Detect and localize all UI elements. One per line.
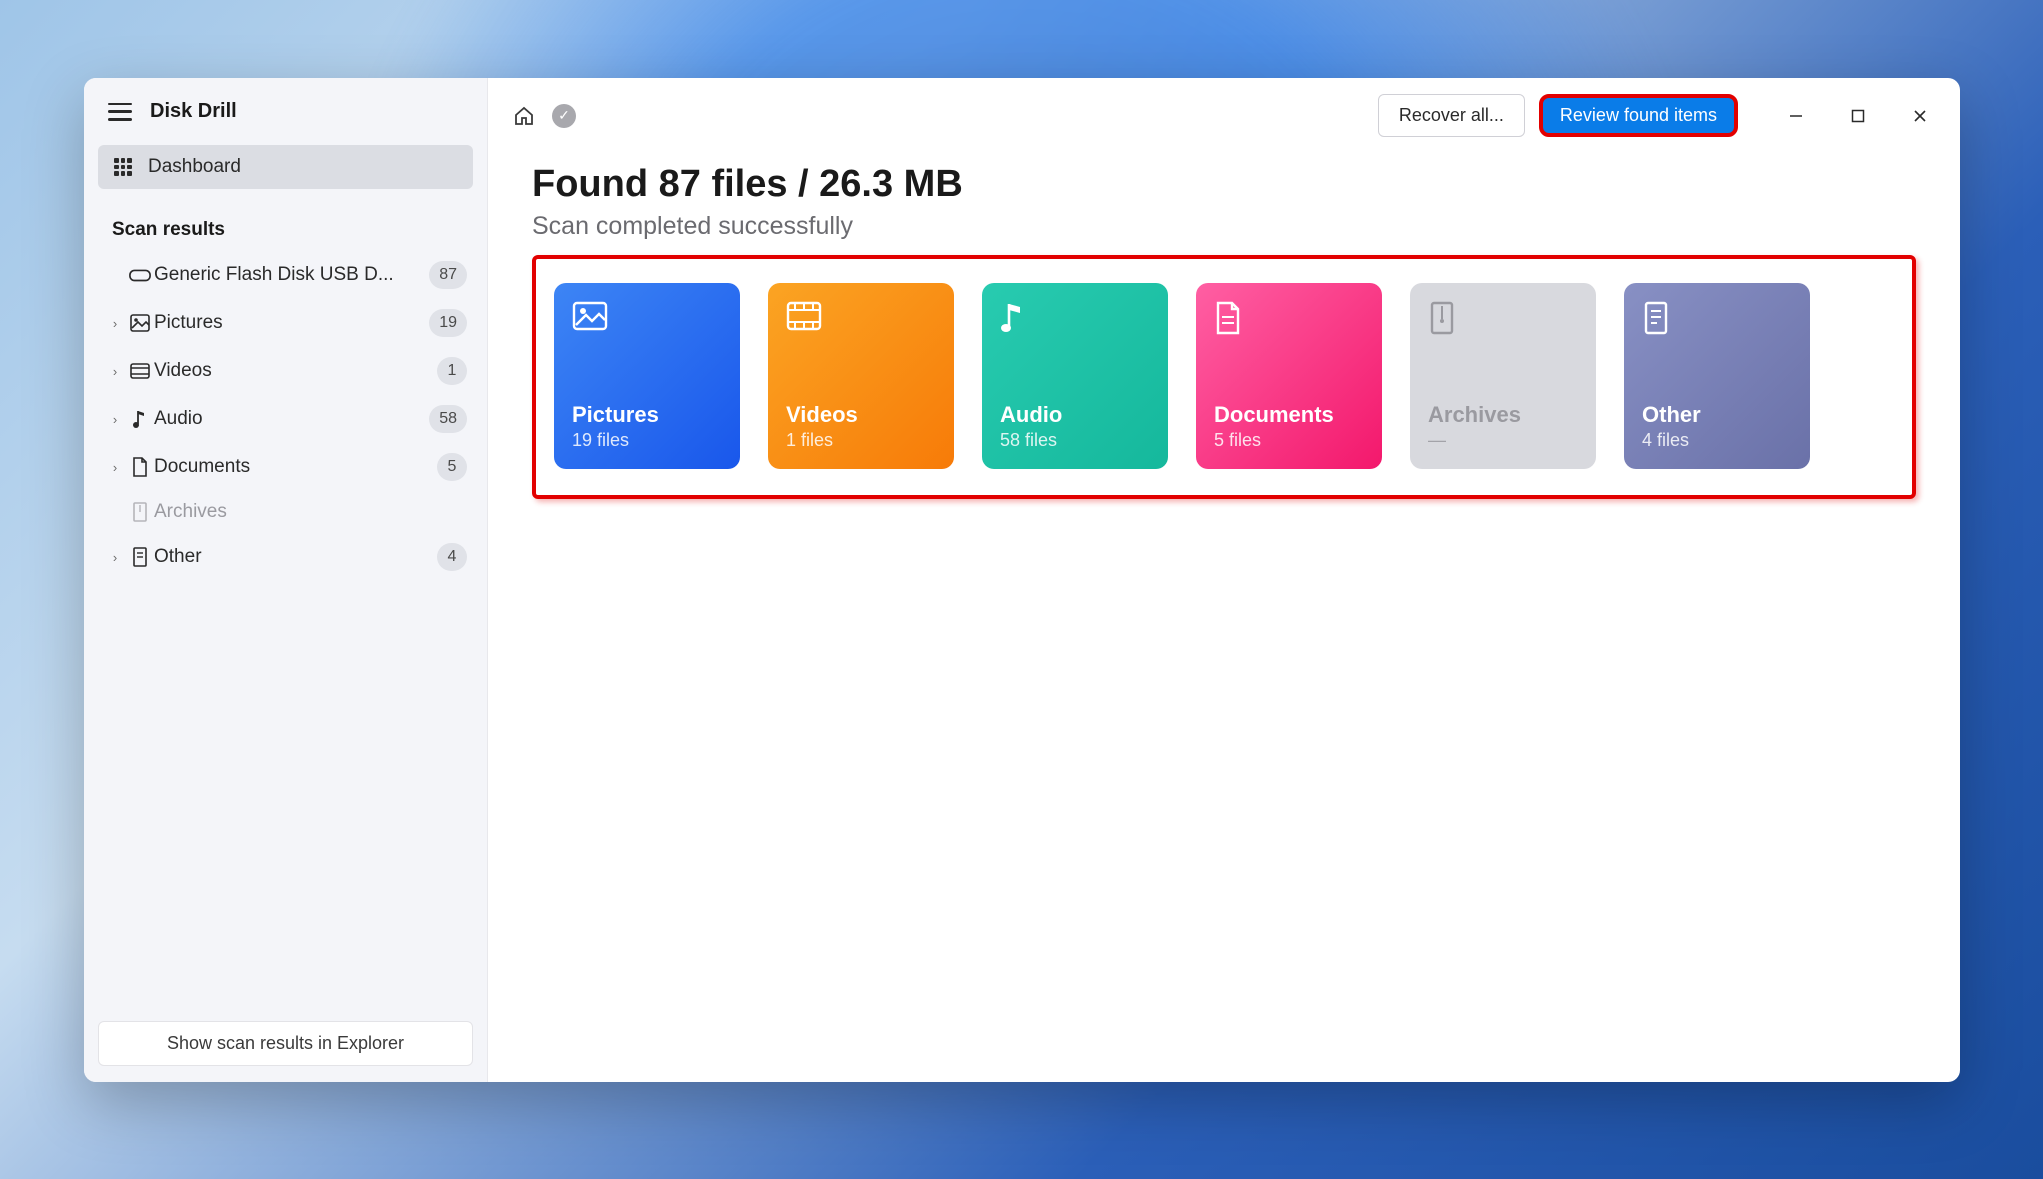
card-sub: 58 files	[1000, 430, 1150, 451]
tree-item-videos[interactable]: › Videos 1	[98, 347, 473, 395]
music-note-icon	[1000, 301, 1036, 337]
chevron-right-icon[interactable]: ›	[104, 364, 126, 379]
tree-label: Videos	[154, 360, 437, 382]
music-note-icon	[126, 409, 154, 429]
chevron-right-icon[interactable]: ›	[104, 460, 126, 475]
image-icon	[572, 301, 608, 337]
recover-all-button[interactable]: Recover all...	[1378, 94, 1525, 137]
close-button[interactable]	[1902, 98, 1938, 134]
card-sub: 19 files	[572, 430, 722, 451]
video-icon	[786, 301, 822, 337]
hamburger-icon[interactable]	[108, 103, 132, 121]
other-file-icon	[126, 547, 154, 567]
results-headline: Found 87 files / 26.3 MB	[532, 163, 1916, 206]
minimize-button[interactable]	[1778, 98, 1814, 134]
card-title: Archives	[1428, 402, 1578, 428]
count-badge: 1	[437, 357, 467, 385]
tree-label: Generic Flash Disk USB D...	[154, 264, 429, 286]
review-found-items-button[interactable]: Review found items	[1539, 94, 1738, 137]
count-badge: 87	[429, 261, 467, 289]
dashboard-label: Dashboard	[148, 156, 241, 178]
other-file-icon	[1642, 301, 1678, 337]
document-icon	[126, 457, 154, 477]
category-card-archives: Archives —	[1410, 283, 1596, 469]
category-card-videos[interactable]: Videos 1 files	[768, 283, 954, 469]
image-icon	[126, 314, 154, 332]
category-card-pictures[interactable]: Pictures 19 files	[554, 283, 740, 469]
sidebar-header: Disk Drill	[84, 78, 487, 137]
dashboard-grid-icon	[114, 158, 132, 176]
card-sub: 1 files	[786, 430, 936, 451]
tree-label: Pictures	[154, 312, 429, 334]
sidebar-item-dashboard[interactable]: Dashboard	[98, 145, 473, 189]
tree-label: Documents	[154, 456, 437, 478]
scan-complete-check-icon: ✓	[552, 104, 576, 128]
show-in-explorer-button[interactable]: Show scan results in Explorer	[98, 1021, 473, 1066]
count-badge: 5	[437, 453, 467, 481]
card-sub: —	[1428, 430, 1578, 451]
count-badge: 58	[429, 405, 467, 433]
card-sub: 5 files	[1214, 430, 1364, 451]
document-icon	[1214, 301, 1250, 337]
count-badge: 4	[437, 543, 467, 571]
card-title: Other	[1642, 402, 1792, 428]
card-sub: 4 files	[1642, 430, 1792, 451]
tree-item-pictures[interactable]: › Pictures 19	[98, 299, 473, 347]
chevron-right-icon[interactable]: ›	[104, 316, 126, 331]
tree-item-other[interactable]: › Other 4	[98, 533, 473, 581]
maximize-button[interactable]	[1840, 98, 1876, 134]
home-icon[interactable]	[510, 102, 538, 130]
toolbar: ✓ Recover all... Review found items	[488, 78, 1960, 153]
card-title: Audio	[1000, 402, 1150, 428]
results-subhead: Scan completed successfully	[532, 212, 1916, 241]
category-card-other[interactable]: Other 4 files	[1624, 283, 1810, 469]
video-icon	[126, 363, 154, 379]
archive-icon	[1428, 301, 1464, 337]
chevron-right-icon[interactable]: ›	[104, 412, 126, 427]
count-badge: 19	[429, 309, 467, 337]
chevron-right-icon[interactable]: ›	[104, 550, 126, 565]
tree-label: Other	[154, 546, 437, 568]
tree-label: Archives	[154, 501, 467, 523]
tree-item-archives[interactable]: › Archives	[98, 491, 473, 533]
card-title: Pictures	[572, 402, 722, 428]
tree-item-device[interactable]: ▸ Generic Flash Disk USB D... 87	[98, 251, 473, 299]
scan-results-tree: ▸ Generic Flash Disk USB D... 87 › Pictu…	[84, 251, 487, 581]
sidebar-section-title: Scan results	[84, 197, 487, 251]
results-content: Found 87 files / 26.3 MB Scan completed …	[488, 153, 1960, 509]
app-title: Disk Drill	[150, 100, 237, 123]
card-title: Videos	[786, 402, 936, 428]
main-panel: ✓ Recover all... Review found items Foun…	[488, 78, 1960, 1082]
category-card-audio[interactable]: Audio 58 files	[982, 283, 1168, 469]
archive-icon	[126, 502, 154, 522]
category-cards-highlight: Pictures 19 files Videos 1 files	[532, 255, 1916, 499]
tree-item-audio[interactable]: › Audio 58	[98, 395, 473, 443]
app-window: Disk Drill Dashboard Scan results ▸ Gene…	[84, 78, 1960, 1082]
card-title: Documents	[1214, 402, 1364, 428]
sidebar: Disk Drill Dashboard Scan results ▸ Gene…	[84, 78, 488, 1082]
usb-drive-icon	[126, 267, 154, 283]
tree-item-documents[interactable]: › Documents 5	[98, 443, 473, 491]
window-controls	[1778, 98, 1938, 134]
tree-label: Audio	[154, 408, 429, 430]
category-card-documents[interactable]: Documents 5 files	[1196, 283, 1382, 469]
